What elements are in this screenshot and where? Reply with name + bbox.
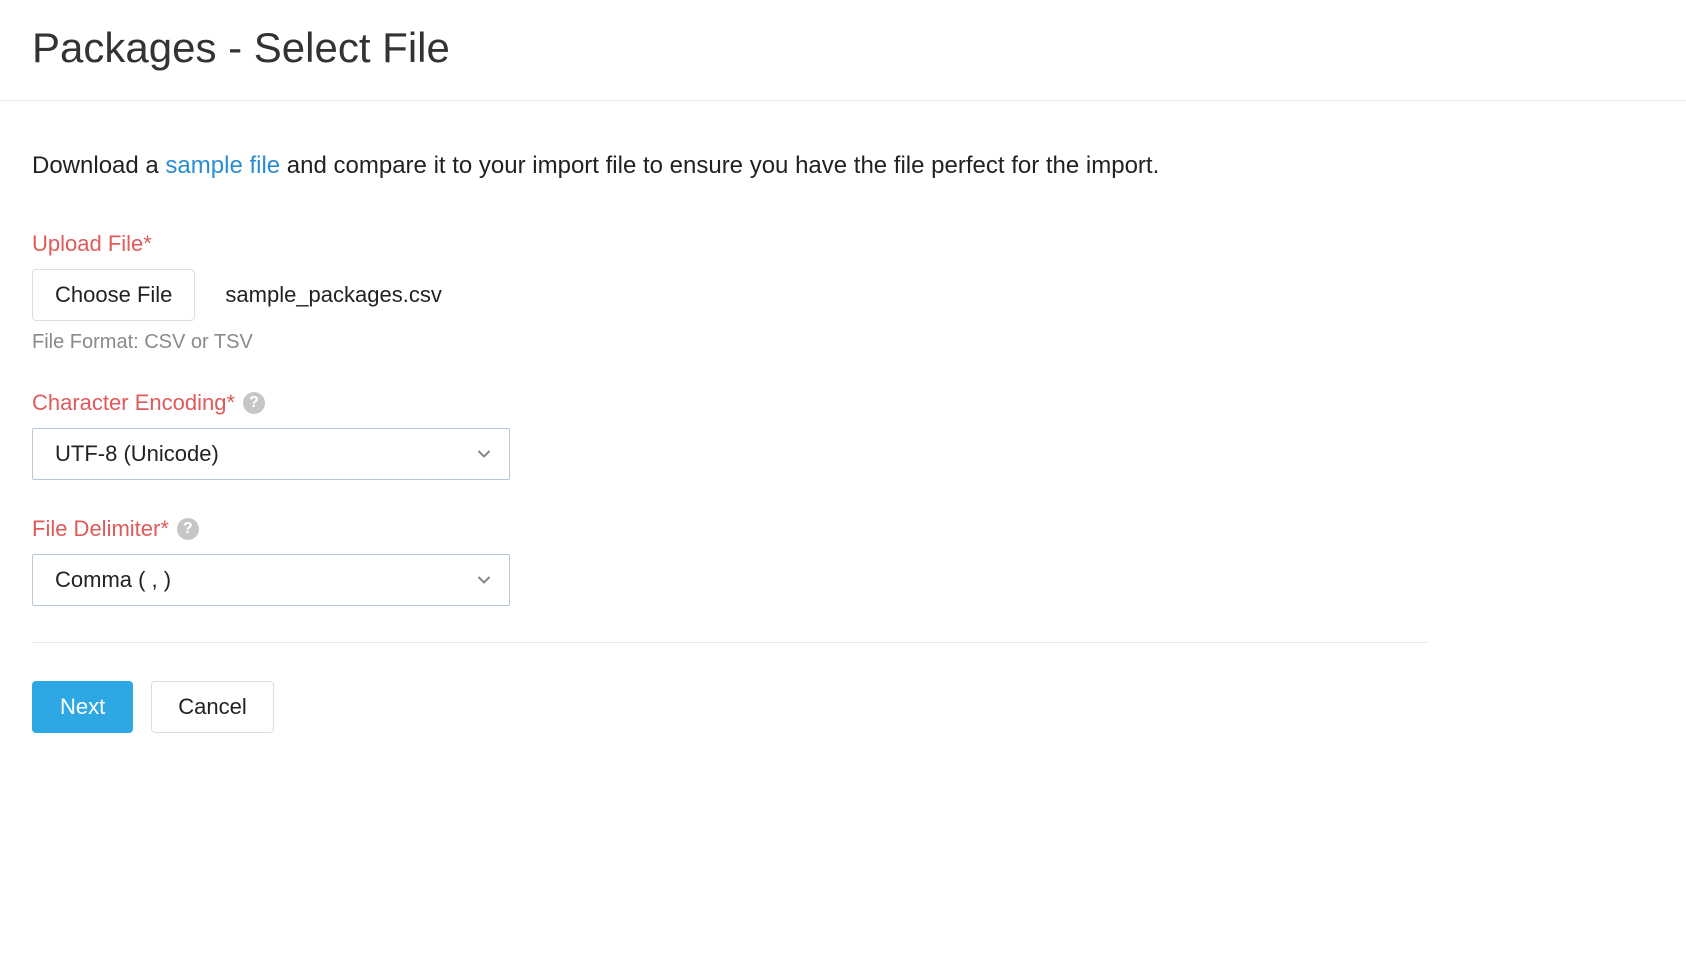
selected-file-name: sample_packages.csv: [225, 282, 441, 308]
intro-suffix: and compare it to your import file to en…: [280, 152, 1159, 179]
file-delimiter-select[interactable]: Comma ( , ): [32, 554, 510, 606]
divider: [32, 642, 1428, 643]
help-icon[interactable]: ?: [243, 392, 265, 414]
help-icon[interactable]: ?: [177, 518, 199, 540]
sample-file-link[interactable]: sample file: [165, 152, 280, 179]
file-delimiter-label: File Delimiter* ?: [32, 516, 199, 542]
character-encoding-label-text: Character Encoding*: [32, 390, 235, 416]
file-delimiter-label-text: File Delimiter*: [32, 516, 169, 542]
cancel-button[interactable]: Cancel: [151, 681, 273, 733]
intro-prefix: Download a: [32, 152, 165, 179]
upload-file-label-text: Upload File*: [32, 231, 152, 257]
choose-file-button[interactable]: Choose File: [32, 269, 195, 321]
page-title: Packages - Select File: [32, 24, 1654, 72]
intro-text: Download a sample file and compare it to…: [32, 149, 1428, 183]
character-encoding-select[interactable]: UTF-8 (Unicode): [32, 428, 510, 480]
character-encoding-label: Character Encoding* ?: [32, 390, 265, 416]
upload-file-label: Upload File*: [32, 231, 152, 257]
next-button[interactable]: Next: [32, 681, 133, 733]
file-format-hint: File Format: CSV or TSV: [32, 331, 1428, 354]
